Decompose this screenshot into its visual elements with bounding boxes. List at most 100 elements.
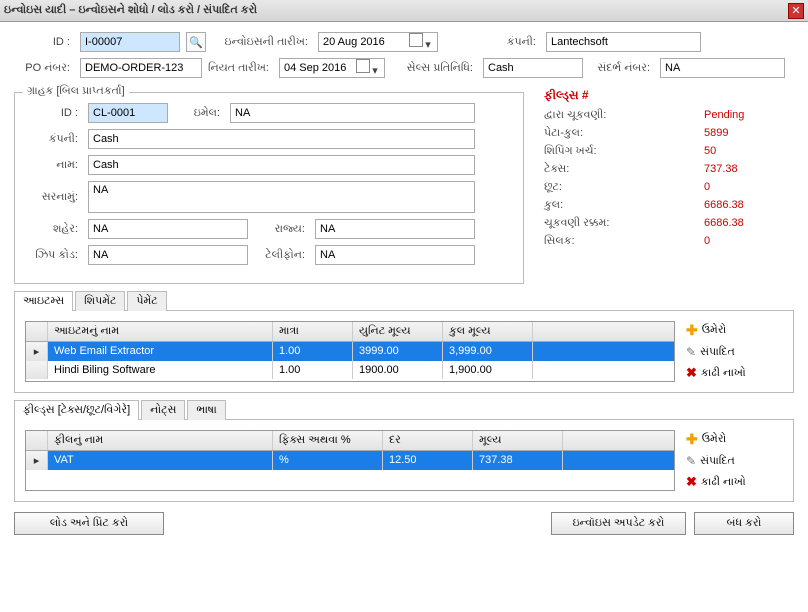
invoice-date-input[interactable]: 20 Aug 2016 ▾ [318, 32, 438, 52]
cell: Web Email Extractor [48, 342, 273, 361]
tab-notes[interactable]: નોટ્સ [141, 400, 185, 420]
totals-value: 5899 [704, 127, 784, 140]
cell: 3999.00 [353, 342, 443, 361]
fees-grid[interactable]: ફીલનું નામફિક્સ અથવા %દરમૂલ્ય ▸VAT%12.50… [25, 430, 675, 491]
cell: 1,900.00 [443, 361, 533, 379]
tab-items[interactable]: આઇટમ્સ [14, 291, 73, 311]
col-header[interactable]: આઇટમનું નામ [48, 322, 273, 341]
col-header[interactable]: કુલ મૂલ્ય [443, 322, 533, 341]
pencil-icon: ✎ [686, 454, 696, 468]
bottom-tabs: ફીલ્ડ્સ [ટેક્સ/છૂટ/વિગેરે] નોટ્સ ભાષા [14, 399, 794, 420]
totals-value: 0 [704, 181, 784, 194]
cell: VAT [48, 451, 273, 470]
update-invoice-button[interactable]: ઇન્વૉઇસ અપડેટ કરો [551, 512, 686, 535]
cell: 1900.00 [353, 361, 443, 379]
cust-id-label: ID : [27, 107, 82, 119]
chevron-down-icon: ▾ [423, 38, 433, 51]
totals-row: સિલક: 0 [544, 235, 784, 248]
fees-tab-body: ફીલનું નામફિક્સ અથવા %દરમૂલ્ય ▸VAT%12.50… [14, 420, 794, 502]
totals-value: 737.38 [704, 163, 784, 176]
tab-language[interactable]: ભાષા [187, 400, 225, 420]
due-date-input[interactable]: 04 Sep 2016 ▾ [279, 58, 385, 78]
cust-company-input[interactable] [88, 129, 475, 149]
company-input[interactable] [546, 32, 701, 52]
calendar-icon [409, 33, 423, 47]
totals-row: દ્વારા ચૂકવણી:Pending [544, 109, 784, 122]
company-label: કંપની: [500, 36, 540, 49]
col-header[interactable]: યુનિટ મૂલ્ય [353, 322, 443, 341]
table-row[interactable]: ▸Web Email Extractor1.003999.003,999.00 [26, 342, 674, 361]
totals-panel: ફીલ્ડ્સ # દ્વારા ચૂકવણી:Pending પેટા-કુલ:… [544, 84, 784, 284]
col-header[interactable]: ફિક્સ અથવા % [273, 431, 383, 450]
cell: 1.00 [273, 342, 353, 361]
x-icon: ✖ [686, 365, 697, 381]
top-tabs: આઇટમ્સ શિપમેંટ પેમેંટ [14, 290, 794, 311]
totals-row: પેટા-કુલ:5899 [544, 127, 784, 140]
cell: 737.38 [473, 451, 563, 470]
table-row[interactable]: ▸VAT%12.50737.38 [26, 451, 674, 470]
totals-label: શિપિંગ ખર્ચ: [544, 145, 597, 158]
totals-row: ટેક્સ:737.38 [544, 163, 784, 176]
cust-phone-input[interactable] [315, 245, 475, 265]
totals-label: સિલક: [544, 235, 575, 248]
cust-email-label: ઇમેલ: [174, 107, 224, 120]
cust-email-input[interactable] [230, 103, 475, 123]
cust-phone-label: ટેલીફોન: [254, 249, 309, 262]
calendar-icon [356, 59, 370, 73]
tab-payment[interactable]: પેમેંટ [127, 291, 166, 311]
load-print-button[interactable]: લોડ અને પ્રિંટ કરો [14, 512, 164, 535]
cust-city-label: શહેર: [27, 223, 82, 236]
due-date-value: 04 Sep 2016 [284, 62, 346, 74]
cust-state-input[interactable] [315, 219, 475, 239]
col-header[interactable]: ફીલનું નામ [48, 431, 273, 450]
fees-edit-button[interactable]: ✎સંપાદિત [683, 453, 783, 469]
close-icon[interactable]: ✕ [788, 3, 804, 19]
col-header[interactable]: માત્રા [273, 322, 353, 341]
table-row[interactable]: Hindi Biling Software1.001900.001,900.00 [26, 361, 674, 379]
totals-heading: ફીલ્ડ્સ # [544, 88, 784, 103]
chevron-down-icon: ▾ [370, 64, 380, 77]
cell: % [273, 451, 383, 470]
invoice-date-label: ઇન્વોઇસની તારીખ: [212, 36, 312, 49]
totals-row: કુલ:6686.38 [544, 199, 784, 212]
cell: 1.00 [273, 361, 353, 379]
items-delete-button[interactable]: ✖કાઢી નાખો [683, 364, 783, 382]
cust-id-input[interactable] [88, 103, 168, 123]
fees-delete-button[interactable]: ✖કાઢી નાખો [683, 473, 783, 491]
customer-fieldset: ગ્રાહક [બિલ પ્રાપ્તકર્તા] ID : ઇમેલ: કંપ… [14, 92, 524, 284]
col-header[interactable]: દર [383, 431, 473, 450]
row-marker-header [26, 431, 48, 450]
items-grid[interactable]: આઇટમનું નામમાત્રાયુનિટ મૂલ્યકુલ મૂલ્ય ▸W… [25, 321, 675, 382]
invoice-id-input[interactable] [80, 32, 180, 52]
cust-name-label: નામ: [27, 159, 82, 172]
salesrep-label: સેલ્સ પ્રતિનિધિ: [391, 62, 477, 75]
col-header[interactable]: મૂલ્ય [473, 431, 563, 450]
items-add-button[interactable]: ✚ઉમેરો [683, 321, 783, 340]
plus-icon: ✚ [686, 322, 698, 339]
plus-icon: ✚ [686, 431, 698, 448]
ref-input[interactable] [660, 58, 785, 78]
salesrep-input[interactable] [483, 58, 583, 78]
tab-shipment[interactable]: શિપમેંટ [75, 291, 125, 311]
titlebar: ઇન્વોઇસ યાદી – ઇન્વોઇસને શોધો / લોડ કરો … [0, 0, 808, 22]
cust-city-input[interactable] [88, 219, 248, 239]
tab-fees[interactable]: ફીલ્ડ્સ [ટેક્સ/છૂટ/વિગેરે] [14, 400, 139, 420]
po-label: PO નંબર: [14, 62, 74, 75]
items-edit-button[interactable]: ✎સંપાદિત [683, 344, 783, 360]
row-marker: ▸ [26, 451, 48, 470]
close-button[interactable]: બંધ કરો [694, 512, 794, 535]
totals-row: ચૂકવણી રક્કમ:6686.38 [544, 217, 784, 230]
cust-zip-input[interactable] [88, 245, 248, 265]
cust-address-input[interactable] [88, 181, 475, 213]
cust-name-input[interactable] [88, 155, 475, 175]
po-input[interactable] [80, 58, 202, 78]
row-marker-header [26, 322, 48, 341]
totals-row: છૂટ:0 [544, 181, 784, 194]
fees-add-button[interactable]: ✚ઉમેરો [683, 430, 783, 449]
search-icon[interactable]: 🔍 [186, 32, 206, 52]
totals-value: 0 [704, 235, 784, 248]
customer-legend: ગ્રાહક [બિલ પ્રાપ્તકર્તા] [23, 85, 129, 98]
pencil-icon: ✎ [686, 345, 696, 359]
row-marker [26, 361, 48, 379]
ref-label: સંદર્ભ નંબર: [589, 62, 654, 75]
